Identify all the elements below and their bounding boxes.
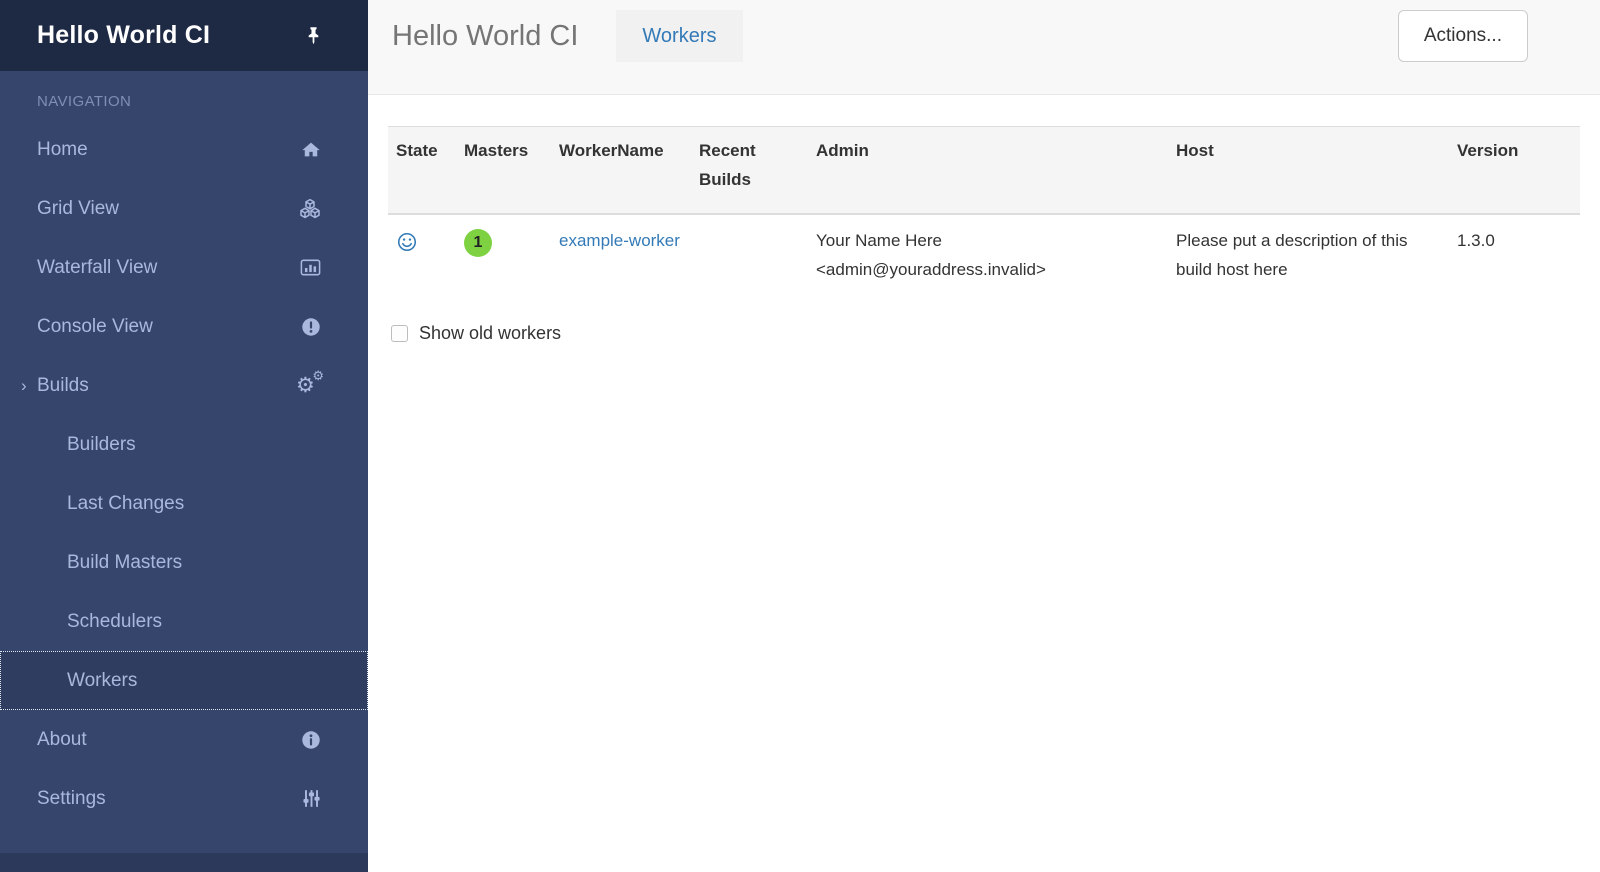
- column-header-host: Host: [1168, 127, 1449, 214]
- worker-host-cell: Please put a description of this build h…: [1168, 214, 1449, 297]
- sidebar-item-workers[interactable]: Workers: [0, 651, 368, 710]
- chevron-right-icon: ›: [21, 377, 37, 394]
- column-header-state: State: [388, 127, 456, 214]
- sidebar-item-label: Home: [37, 139, 300, 161]
- exclamation-circle-icon: [300, 316, 322, 338]
- sidebar-item-waterfall-view[interactable]: Waterfall View: [0, 238, 368, 297]
- topbar: Hello World CI Workers Actions...: [368, 0, 1600, 95]
- sidebar-item-label: Waterfall View: [37, 257, 299, 279]
- sliders-icon: [301, 788, 322, 809]
- sidebar-item-label: Build Masters: [67, 552, 322, 574]
- sidebar-item-label: Grid View: [37, 198, 298, 220]
- sidebar-nav: NAVIGATION Home Grid View Waterfall View: [0, 71, 368, 853]
- sidebar-item-label: Settings: [37, 788, 301, 810]
- sidebar-item-build-masters[interactable]: Build Masters: [0, 533, 368, 592]
- sidebar-item-schedulers[interactable]: Schedulers: [0, 592, 368, 651]
- sidebar-item-home[interactable]: Home: [0, 120, 368, 179]
- worker-name-link[interactable]: example-worker: [559, 231, 680, 250]
- smiley-idle-icon: [396, 231, 418, 253]
- show-old-workers-checkbox[interactable]: [391, 325, 408, 342]
- worker-name-cell: example-worker: [551, 214, 691, 297]
- app-title: Hello World CI: [37, 21, 210, 50]
- table-row: 1 example-worker Your Name Here <admin@y…: [388, 214, 1580, 297]
- page-title: Hello World CI: [392, 10, 578, 62]
- worker-version-cell: 1.3.0: [1449, 214, 1580, 297]
- show-old-workers-control: Show old workers: [391, 323, 1580, 344]
- info-circle-icon: [300, 729, 322, 751]
- sidebar-item-label: Schedulers: [67, 611, 322, 633]
- sidebar-item-last-changes[interactable]: Last Changes: [0, 474, 368, 533]
- tab-workers[interactable]: Workers: [616, 10, 742, 62]
- nav-section-label: NAVIGATION: [0, 71, 368, 120]
- gears-icon: ⚙⚙: [296, 373, 322, 399]
- column-header-workername: WorkerName: [551, 127, 691, 214]
- sidebar-item-builders[interactable]: Builders: [0, 415, 368, 474]
- sidebar-item-builds[interactable]: › Builds ⚙⚙: [0, 356, 368, 415]
- main-area: Hello World CI Workers Actions... State …: [368, 0, 1600, 872]
- worker-admin-cell: Your Name Here <admin@youraddress.invali…: [808, 214, 1168, 297]
- bar-chart-icon: [299, 256, 322, 279]
- sidebar-item-label: About: [37, 729, 300, 751]
- sidebar: Hello World CI NAVIGATION Home Grid View: [0, 0, 368, 872]
- sidebar-item-label: Builders: [67, 434, 322, 456]
- worker-recent-builds-cell: [691, 214, 808, 297]
- masters-count-badge: 1: [464, 229, 492, 257]
- workers-table: State Masters WorkerName Recent Builds A…: [388, 126, 1580, 297]
- sidebar-item-label: Console View: [37, 316, 300, 338]
- table-header-row: State Masters WorkerName Recent Builds A…: [388, 127, 1580, 214]
- column-header-version: Version: [1449, 127, 1580, 214]
- sidebar-item-about[interactable]: About: [0, 710, 368, 769]
- show-old-workers-label: Show old workers: [419, 323, 561, 344]
- sidebar-item-label: Workers: [67, 670, 322, 692]
- column-header-admin: Admin: [808, 127, 1168, 214]
- cubes-icon: [298, 197, 322, 221]
- sidebar-header: Hello World CI: [0, 0, 368, 71]
- sidebar-item-grid-view[interactable]: Grid View: [0, 179, 368, 238]
- column-header-masters: Masters: [456, 127, 551, 214]
- column-header-recent-builds: Recent Builds: [691, 127, 808, 214]
- worker-masters-cell: 1: [456, 214, 551, 297]
- actions-button[interactable]: Actions...: [1398, 10, 1528, 62]
- workers-content: State Masters WorkerName Recent Builds A…: [368, 95, 1600, 344]
- pin-icon[interactable]: [303, 25, 324, 46]
- sidebar-item-settings[interactable]: Settings: [0, 769, 368, 828]
- worker-state-cell: [388, 214, 456, 297]
- sidebar-item-label: Builds: [37, 375, 296, 397]
- sidebar-item-console-view[interactable]: Console View: [0, 297, 368, 356]
- sidebar-item-label: Last Changes: [67, 493, 322, 515]
- home-icon: [300, 139, 322, 161]
